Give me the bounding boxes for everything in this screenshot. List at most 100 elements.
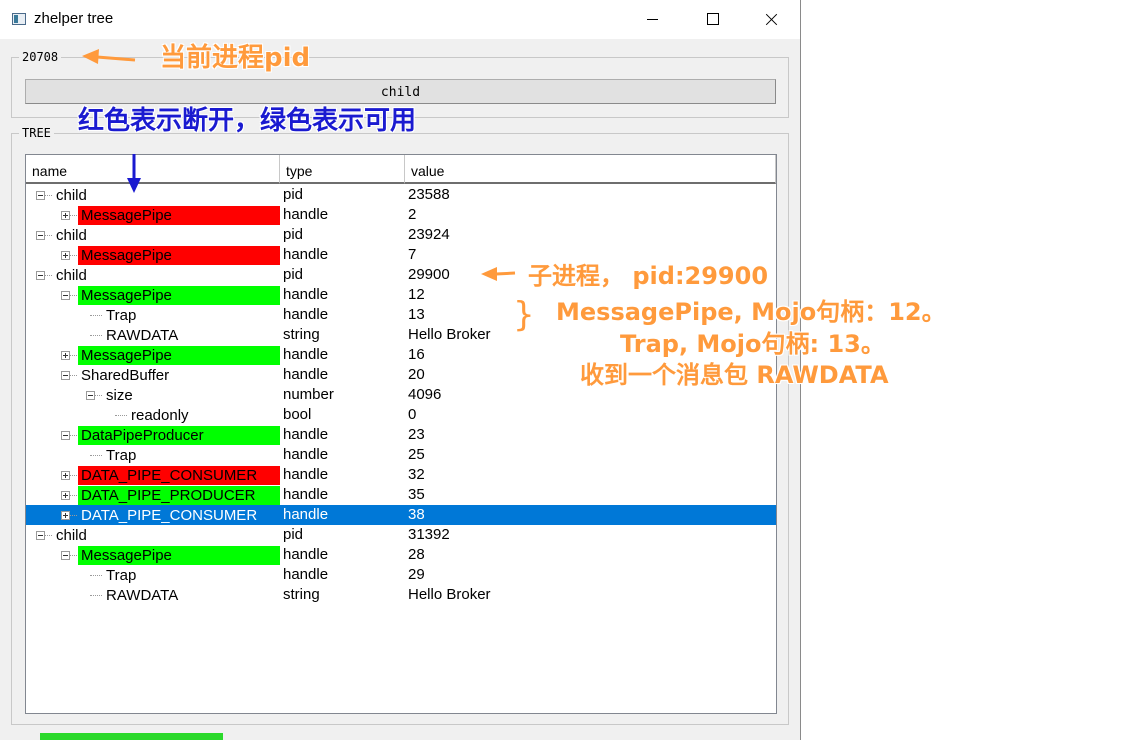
- tree-row-name-cell: MessagePipe: [26, 205, 280, 225]
- collapse-icon[interactable]: [36, 531, 45, 540]
- expand-icon[interactable]: [61, 211, 70, 220]
- tree-row-value: 31392: [408, 526, 450, 543]
- tree-row[interactable]: DATA_PIPE_CONSUMER handle 38: [26, 505, 776, 525]
- tree-row-type: handle: [283, 506, 329, 523]
- tree-row-value: Hello Broker: [408, 586, 491, 603]
- tree-row[interactable]: DATA_PIPE_PRODUCER handle 35: [26, 485, 776, 505]
- close-button[interactable]: [748, 0, 794, 39]
- tree-row-label: SharedBuffer: [81, 367, 170, 384]
- tree-row[interactable]: Trap handle 29: [26, 565, 776, 585]
- tree-row-type: pid: [283, 186, 304, 203]
- tree-row-label: child: [56, 527, 87, 544]
- tree-row[interactable]: child pid 23588: [26, 185, 776, 205]
- tree-row-value: 0: [408, 406, 417, 423]
- tree-connector-line: [115, 415, 127, 416]
- expand-icon[interactable]: [61, 491, 70, 500]
- tree-row-type: handle: [283, 366, 329, 383]
- tree-row-name-cell: SharedBuffer: [26, 365, 280, 385]
- tree-row-name-cell: MessagePipe: [26, 545, 280, 565]
- tree-row-name-cell: size: [26, 385, 280, 405]
- tree-row-value: 23: [408, 426, 425, 443]
- tree-connector-line: [45, 235, 52, 236]
- tree-connector-line: [90, 315, 102, 316]
- tree-row-label: Trap: [106, 447, 137, 464]
- tree-row-value: 23924: [408, 226, 450, 243]
- tree-row[interactable]: DATA_PIPE_CONSUMER handle 32: [26, 465, 776, 485]
- maximize-button[interactable]: [690, 0, 736, 39]
- collapse-icon[interactable]: [36, 231, 45, 240]
- collapse-icon[interactable]: [36, 271, 45, 280]
- tree-row-type: handle: [283, 546, 329, 563]
- annotation-color-legend: 红色表示断开，绿色表示可用: [78, 106, 417, 136]
- tree-row[interactable]: Trap handle 25: [26, 445, 776, 465]
- tree-row-name-cell: RAWDATA: [26, 325, 280, 345]
- tree-connector-line: [90, 455, 102, 456]
- collapse-icon[interactable]: [61, 371, 70, 380]
- tree-row-value: 28: [408, 546, 425, 563]
- tree-rows: child pid 23588 MessagePipe handle 2 child pid 2…: [26, 185, 776, 605]
- tree-row-type: bool: [283, 406, 312, 423]
- tree-row-value: 32: [408, 466, 425, 483]
- column-header-type[interactable]: type: [280, 155, 405, 184]
- tree-row-type: pid: [283, 226, 304, 243]
- collapse-icon[interactable]: [61, 551, 70, 560]
- tree-row-value: 35: [408, 486, 425, 503]
- tree-row-label: child: [56, 267, 87, 284]
- tree-row-value: 29: [408, 566, 425, 583]
- collapse-icon[interactable]: [86, 391, 95, 400]
- tree-connector-line: [70, 355, 77, 356]
- tree-row[interactable]: RAWDATA string Hello Broker: [26, 585, 776, 605]
- tree-row-value: 20: [408, 366, 425, 383]
- tree-row-value: 7: [408, 246, 417, 263]
- tree-row-name-cell: DATA_PIPE_PRODUCER: [26, 485, 280, 505]
- tree-row-name-cell: DATA_PIPE_CONSUMER: [26, 505, 280, 525]
- tree-row-name-cell: RAWDATA: [26, 585, 280, 605]
- annotation-child-process: 子进程， pid:29900: [528, 262, 769, 290]
- expand-icon[interactable]: [61, 351, 70, 360]
- minimize-button[interactable]: [630, 0, 676, 39]
- tree-row[interactable]: MessagePipe handle 28: [26, 545, 776, 565]
- tree-row-label: MessagePipe: [78, 346, 280, 365]
- tree-row-label: DATA_PIPE_CONSUMER: [78, 466, 280, 485]
- tree-view[interactable]: name type value child pid 23588 MessagePipe…: [25, 154, 777, 714]
- tree-row-value: Hello Broker: [408, 326, 491, 343]
- tree-connector-line: [95, 395, 102, 396]
- collapse-icon[interactable]: [61, 291, 70, 300]
- tree-connector-line: [70, 475, 77, 476]
- tree-connector-line: [70, 555, 77, 556]
- tree-row-type: handle: [283, 346, 329, 363]
- column-header-value[interactable]: value: [405, 155, 776, 184]
- tree-row-label: readonly: [131, 407, 189, 424]
- background-window-fragment: [40, 733, 223, 740]
- tree-row-type: handle: [283, 286, 329, 303]
- tree-row-label: RAWDATA: [106, 327, 179, 344]
- tree-row[interactable]: DataPipeProducer handle 23: [26, 425, 776, 445]
- tree-connector-line: [90, 595, 102, 596]
- tree-group-label: TREE: [19, 126, 54, 140]
- tree-row[interactable]: readonly bool 0: [26, 405, 776, 425]
- tree-connector-line: [90, 335, 102, 336]
- expand-icon[interactable]: [61, 511, 70, 520]
- annotation-trap: Trap, Mojo句柄: 13。: [620, 330, 885, 358]
- tree-connector-line: [45, 535, 52, 536]
- tree-connector-line: [70, 435, 77, 436]
- collapse-icon[interactable]: [36, 191, 45, 200]
- collapse-icon[interactable]: [61, 431, 70, 440]
- expand-icon[interactable]: [61, 251, 70, 260]
- tree-row-label: MessagePipe: [78, 206, 280, 225]
- expand-icon[interactable]: [61, 471, 70, 480]
- tree-row[interactable]: MessagePipe handle 2: [26, 205, 776, 225]
- tree-row-label: child: [56, 227, 87, 244]
- tree-row-type: handle: [283, 426, 329, 443]
- tree-row-name-cell: readonly: [26, 405, 280, 425]
- tree-row-label: Trap: [106, 567, 137, 584]
- column-header-name[interactable]: name: [26, 155, 280, 184]
- tree-row-type: string: [283, 326, 320, 343]
- tree-row-label: MessagePipe: [78, 246, 280, 265]
- tree-row-type: pid: [283, 526, 304, 543]
- tree-row-type: handle: [283, 306, 329, 323]
- tree-row-label: Trap: [106, 307, 137, 324]
- tree-row[interactable]: child pid 23924: [26, 225, 776, 245]
- tree-connector-line: [70, 515, 77, 516]
- tree-row[interactable]: child pid 31392: [26, 525, 776, 545]
